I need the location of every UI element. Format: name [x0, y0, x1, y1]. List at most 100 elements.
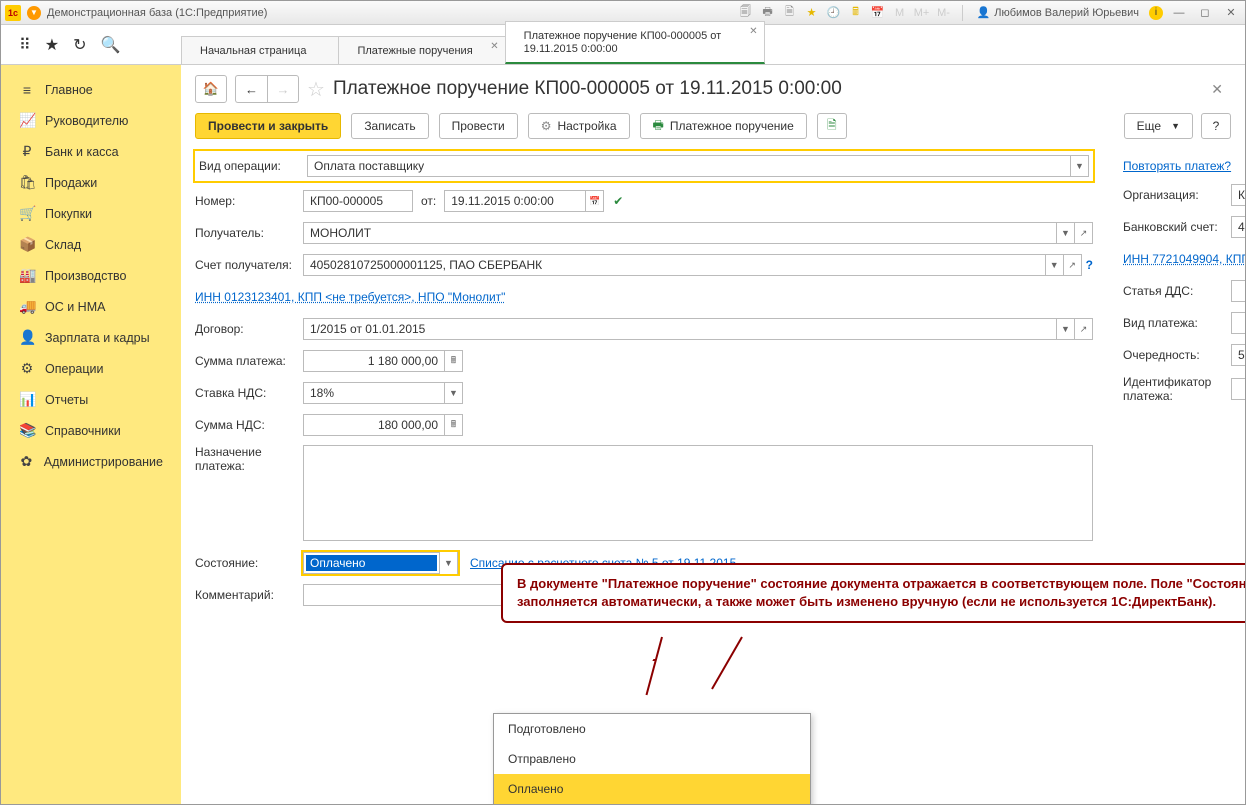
org-input[interactable]: Конфетпром: [1231, 184, 1245, 206]
bank-account-input[interactable]: 40502810725000001125, ПАО СБЕРБАНК: [1231, 216, 1245, 238]
close-window-button[interactable]: ✕: [1221, 5, 1241, 21]
state-input[interactable]: Оплачено ▼: [303, 552, 458, 574]
sidebar-item-bank[interactable]: ₽Банк и касса: [1, 136, 181, 167]
m-indicator[interactable]: M: [892, 5, 908, 21]
ident-input[interactable]: [1231, 378, 1245, 400]
back-button[interactable]: ←: [235, 75, 267, 103]
sidebar-item-catalogs[interactable]: 📚Справочники: [1, 415, 181, 446]
print-button[interactable]: 🖶Платежное поручение: [640, 113, 807, 139]
sidebar-item-reports[interactable]: 📊Отчеты: [1, 384, 181, 415]
state-dropdown: Подготовлено Отправлено Оплачено Отклоне…: [493, 713, 811, 804]
save-button[interactable]: Записать: [351, 113, 428, 139]
more-button[interactable]: Еще▼: [1124, 113, 1193, 139]
history-nav-icon[interactable]: ↻: [73, 35, 86, 55]
toolbar-icon-1[interactable]: 🗐: [738, 5, 754, 21]
contract-input[interactable]: 1/2015 от 01.01.2015: [303, 318, 1057, 340]
tab-current-document[interactable]: Платежное поручение КП00-000005 от 19.11…: [505, 21, 765, 64]
toolbar-icon-2[interactable]: 🖶: [760, 5, 776, 21]
history-icon[interactable]: 🕘: [826, 5, 842, 21]
callout-tail: [711, 637, 743, 690]
calendar-icon[interactable]: 📅: [870, 5, 886, 21]
priority-input[interactable]: 5: [1231, 344, 1245, 366]
tab-close-icon[interactable]: ✕: [490, 41, 498, 52]
info-icon[interactable]: i: [1149, 6, 1163, 20]
recip-account-help[interactable]: ?: [1086, 258, 1093, 272]
recip-account-open-button[interactable]: ↗: [1064, 254, 1082, 276]
sidebar-item-admin[interactable]: ✿Администрирование: [1, 446, 181, 477]
callout-tail: [646, 637, 663, 695]
print-icon: 🖶: [653, 116, 664, 137]
purpose-textarea[interactable]: [303, 445, 1093, 541]
number-input[interactable]: КП00-000005: [303, 190, 413, 212]
tab-payment-orders[interactable]: Платежные поручения ✕: [338, 36, 505, 64]
dropdown-item-sent[interactable]: Отправлено: [494, 744, 810, 774]
document-title: Платежное поручение КП00-000005 от 19.11…: [333, 78, 842, 100]
priority-label: Очередность:: [1123, 348, 1231, 362]
minimize-button[interactable]: —: [1169, 5, 1189, 21]
sum-input[interactable]: 1 180 000,00: [303, 350, 445, 372]
favorite-icon[interactable]: ★: [804, 5, 820, 21]
recipient-details-link[interactable]: ИНН 0123123401, КПП <не требуется>, НПО …: [195, 290, 505, 304]
vat-rate-dropdown-button[interactable]: ▼: [445, 382, 463, 404]
attachment-button[interactable]: 🗎: [817, 113, 847, 139]
state-dropdown-button[interactable]: ▼: [439, 552, 457, 574]
post-button[interactable]: Провести: [439, 113, 518, 139]
sidebar-item-salary[interactable]: 👤Зарплата и кадры: [1, 322, 181, 353]
op-type-input[interactable]: Оплата поставщику: [307, 155, 1071, 177]
close-document-button[interactable]: ✕: [1203, 77, 1231, 102]
settings-button[interactable]: ⚙Настройка: [528, 113, 630, 139]
vat-sum-input[interactable]: 180 000,00: [303, 414, 445, 436]
sidebar-item-assets[interactable]: 🚚ОС и НМА: [1, 291, 181, 322]
sidebar-item-purchases[interactable]: 🛒Покупки: [1, 198, 181, 229]
recipient-input[interactable]: МОНОЛИТ: [303, 222, 1057, 244]
app-logo-icon: 1c: [5, 5, 21, 21]
org-details-link[interactable]: ИНН 7721049904, КПП <не требуется>, ООО …: [1123, 252, 1245, 266]
repeat-payment-link[interactable]: Повторять платеж?: [1123, 159, 1231, 173]
recipient-label: Получатель:: [195, 226, 303, 240]
star-icon[interactable]: ★: [45, 35, 59, 55]
vat-rate-input[interactable]: 18%: [303, 382, 445, 404]
calc-icon[interactable]: 🖩: [848, 5, 864, 21]
m-plus-indicator[interactable]: M+: [914, 5, 930, 21]
current-user[interactable]: 👤 Любимов Валерий Юрьевич: [973, 6, 1143, 19]
help-button[interactable]: ?: [1201, 113, 1231, 139]
post-and-close-button[interactable]: Провести и закрыть: [195, 113, 341, 139]
sum-calc-button[interactable]: 🖩: [445, 350, 463, 372]
date-input[interactable]: 19.11.2015 0:00:00: [444, 190, 586, 212]
toolbar-icon-3[interactable]: 🗎: [782, 5, 798, 21]
recip-account-dropdown-button[interactable]: ▼: [1046, 254, 1064, 276]
sidebar-item-production[interactable]: 🏭Производство: [1, 260, 181, 291]
sidebar-item-warehouse[interactable]: 📦Склад: [1, 229, 181, 260]
dds-input[interactable]: [1231, 280, 1245, 302]
sidebar-item-operations[interactable]: ⚙Операции: [1, 353, 181, 384]
dropdown-item-prepared[interactable]: Подготовлено: [494, 714, 810, 744]
vat-sum-calc-button[interactable]: 🖩: [445, 414, 463, 436]
recipient-dropdown-button[interactable]: ▼: [1057, 222, 1075, 244]
contract-open-button[interactable]: ↗: [1075, 318, 1093, 340]
pay-type-input[interactable]: [1231, 312, 1245, 334]
m-minus-indicator[interactable]: M-: [936, 5, 952, 21]
date-picker-button[interactable]: 📅: [586, 190, 604, 212]
dropdown-item-paid[interactable]: Оплачено: [494, 774, 810, 804]
number-label: Номер:: [195, 194, 303, 208]
tab-start-page[interactable]: Начальная страница: [181, 36, 339, 64]
maximize-button[interactable]: ◻: [1195, 5, 1215, 21]
contract-dropdown-button[interactable]: ▼: [1057, 318, 1075, 340]
sidebar-item-manager[interactable]: 📈Руководителю: [1, 105, 181, 136]
op-type-dropdown-button[interactable]: ▼: [1071, 155, 1089, 177]
forward-button[interactable]: →: [267, 75, 299, 103]
sidebar: ≡Главное 📈Руководителю ₽Банк и касса 🛍Пр…: [1, 65, 181, 804]
search-icon[interactable]: 🔍: [100, 35, 120, 55]
sidebar-item-sales[interactable]: 🛍Продажи: [1, 167, 181, 198]
home-button[interactable]: 🏠: [195, 75, 227, 103]
app-menu-dropdown[interactable]: ▼: [27, 6, 41, 20]
sidebar-item-main[interactable]: ≡Главное: [1, 75, 181, 105]
tab-close-icon[interactable]: ✕: [749, 26, 757, 37]
favorite-star-icon[interactable]: ☆: [307, 77, 325, 102]
apps-icon[interactable]: ⠿: [19, 35, 31, 55]
comment-label: Комментарий:: [195, 588, 303, 602]
recipient-open-button[interactable]: ↗: [1075, 222, 1093, 244]
ident-label: Идентификатор платежа:: [1123, 375, 1231, 404]
vat-rate-label: Ставка НДС:: [195, 386, 303, 400]
recip-account-input[interactable]: 40502810725000001125, ПАО СБЕРБАНК: [303, 254, 1046, 276]
